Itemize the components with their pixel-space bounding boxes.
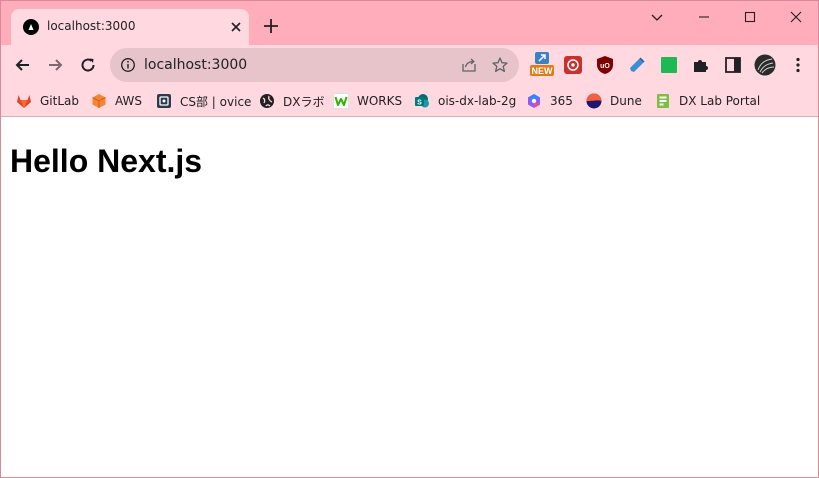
browser-toolbar: localhost:3000 NEW uO [1, 45, 818, 85]
minimize-icon[interactable] [694, 7, 714, 27]
extension-new-badge-icon[interactable]: NEW [530, 51, 554, 77]
bookmarks-bar: GitLab AWS CS部 | ovice DXラボ WORKS S ois-… [1, 85, 818, 117]
page-content: Hello Next.js [1, 118, 818, 477]
new-tab-icon[interactable] [261, 16, 281, 36]
bookmark-aws[interactable]: AWS [91, 92, 142, 110]
bookmark-label: GitLab [40, 94, 79, 108]
new-badge-label: NEW [532, 66, 554, 76]
tab-title: localhost:3000 [47, 19, 136, 33]
dune-icon [586, 93, 602, 109]
bookmark-label: ois-dx-lab-2g [438, 94, 517, 108]
extension-red-icon[interactable] [563, 55, 583, 75]
bookmark-dx-lab[interactable]: DXラボ [259, 92, 324, 110]
bookmark-works[interactable]: WORKS [333, 92, 402, 110]
bookmark-365[interactable]: 365 [526, 92, 573, 110]
address-bar[interactable]: localhost:3000 [110, 48, 519, 82]
ovice-icon [157, 94, 171, 108]
svg-text:uO: uO [600, 63, 610, 70]
svg-text:S: S [417, 100, 422, 107]
bookmark-star-icon[interactable] [491, 56, 509, 74]
bookmark-label: CS部 | ovice [180, 94, 252, 109]
profile-avatar-icon[interactable] [754, 54, 776, 76]
portal-icon [657, 94, 669, 108]
bookmark-label: 365 [550, 94, 573, 108]
browser-window: localhost:3000 localhost:3000 NEW uO Git… [0, 0, 819, 478]
bookmark-label: DXラボ [283, 94, 325, 109]
bookmark-gitlab[interactable]: GitLab [16, 92, 79, 110]
close-window-icon[interactable] [786, 7, 806, 27]
tab-strip: localhost:3000 [1, 1, 818, 45]
extensions-puzzle-icon[interactable] [691, 55, 711, 75]
close-tab-icon[interactable] [227, 18, 245, 36]
nextjs-favicon-icon [23, 19, 39, 35]
ublock-origin-icon[interactable]: uO [595, 55, 615, 75]
share-icon[interactable] [460, 56, 478, 74]
bookmark-ois-dx-lab-2g[interactable]: S ois-dx-lab-2g [414, 92, 516, 110]
globe-icon [260, 94, 274, 108]
bookmark-label: DX Lab Portal [679, 94, 761, 108]
tab-search-chevron-icon[interactable] [647, 7, 667, 27]
bookmark-dx-lab-portal[interactable]: DX Lab Portal [655, 92, 760, 110]
site-info-icon[interactable] [120, 57, 136, 73]
extension-arrow-icon: NEW [530, 52, 554, 76]
back-arrow-icon[interactable] [13, 55, 33, 75]
works-icon [333, 93, 349, 109]
page-title: Hello Next.js [10, 143, 203, 179]
aws-icon [92, 94, 106, 108]
chrome-menu-icon[interactable] [788, 55, 808, 75]
extension-green-square-icon[interactable] [659, 55, 679, 75]
maximize-icon[interactable] [740, 7, 760, 27]
tab-localhost[interactable]: localhost:3000 [11, 9, 249, 45]
sharepoint-icon: S [415, 94, 429, 108]
bookmark-label: WORKS [357, 94, 403, 108]
forward-arrow-icon[interactable] [45, 55, 65, 75]
gitlab-icon [17, 95, 31, 108]
bookmark-ovice[interactable]: CS部 | ovice [156, 92, 251, 110]
bookmark-dune[interactable]: Dune [586, 92, 642, 110]
extension-blue-pen-icon[interactable] [627, 55, 647, 75]
office365-icon [528, 94, 540, 108]
side-panel-icon[interactable] [723, 55, 743, 75]
reload-icon[interactable] [78, 55, 98, 75]
bookmark-label: Dune [610, 94, 642, 108]
address-url[interactable]: localhost:3000 [144, 57, 247, 73]
bookmark-label: AWS [115, 94, 143, 108]
